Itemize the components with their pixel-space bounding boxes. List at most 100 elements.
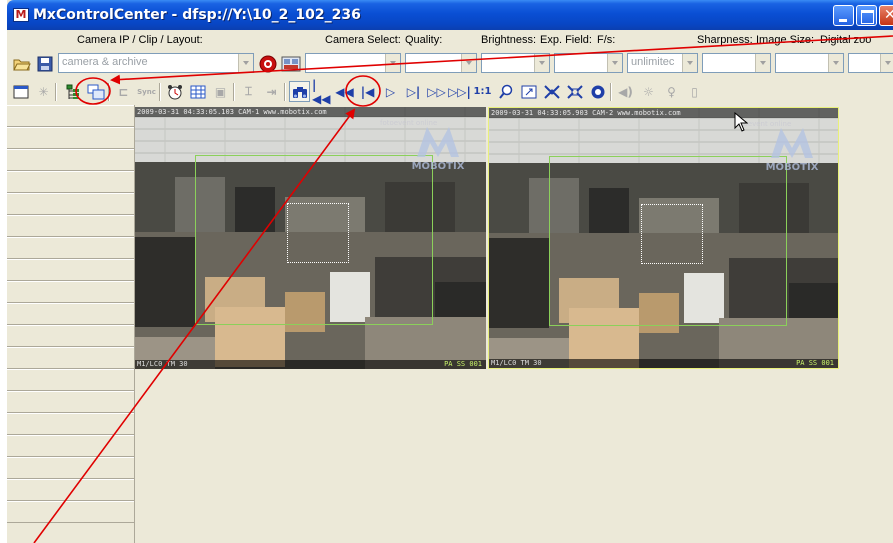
sharpness-label: Sharpness: <box>697 34 753 46</box>
list-item[interactable] <box>7 215 134 237</box>
layout-list[interactable] <box>7 105 135 543</box>
detection-roi <box>641 204 703 264</box>
list-item[interactable] <box>7 171 134 193</box>
chevron-down-icon[interactable] <box>755 54 770 72</box>
control-labels: Camera IP / Clip / Layout: Camera Select… <box>7 31 893 49</box>
fps-dropdown[interactable]: unlimitec <box>627 53 698 73</box>
list-item[interactable] <box>7 127 134 149</box>
settings-toolbar: camera & archive unlimitec <box>7 50 893 78</box>
chevron-down-icon[interactable] <box>385 54 400 72</box>
record-icon[interactable] <box>257 53 279 75</box>
snapshot-icon[interactable] <box>587 81 608 102</box>
camera-select-combo[interactable]: camera & archive <box>58 53 254 73</box>
mobotix-watermark: MOBOTIX <box>403 125 473 172</box>
zoom-icon[interactable] <box>495 81 516 102</box>
chevron-down-icon[interactable] <box>461 54 476 72</box>
brightness-dropdown[interactable] <box>481 53 550 73</box>
grid-icon[interactable] <box>187 81 208 102</box>
chevron-down-icon[interactable] <box>828 54 843 72</box>
minimize-button[interactable] <box>833 5 854 26</box>
application-window: M MxControlCenter - dfsp://Y:\10_2_102_2… <box>7 0 893 543</box>
camera-status-left: M1/LC0 TM 30 <box>491 359 542 367</box>
mobotix-logo-icon <box>771 128 813 158</box>
camera-select-dropdown[interactable] <box>305 53 401 73</box>
image-size-dropdown[interactable] <box>775 53 844 73</box>
step-forward-icon[interactable]: ▷| <box>403 81 424 102</box>
window-icon[interactable] <box>10 81 31 102</box>
zoom-fill-icon[interactable] <box>564 81 585 102</box>
brightness-label: Brightness: <box>481 34 537 46</box>
list-item[interactable] <box>7 303 134 325</box>
chevron-down-icon[interactable] <box>682 54 697 72</box>
sharpness-dropdown[interactable] <box>702 53 771 73</box>
list-item[interactable] <box>7 347 134 369</box>
save-disk-icon[interactable] <box>34 53 56 75</box>
quality-dropdown[interactable] <box>405 53 477 73</box>
maximize-button[interactable] <box>856 5 877 26</box>
split-icon: ⇥ <box>266 84 277 99</box>
list-item[interactable] <box>7 369 134 391</box>
exposure-field-dropdown[interactable] <box>554 53 623 73</box>
watermark-text: MOBOTIX <box>411 161 465 172</box>
digital-zoom-dropdown[interactable] <box>848 53 893 73</box>
camera-select-label: Camera Select: <box>325 34 401 46</box>
marker-icon: ⌶ <box>244 84 253 98</box>
title-bar[interactable]: M MxControlCenter - dfsp://Y:\10_2_102_2… <box>7 0 893 30</box>
mxcontrolcenter-logo-icon: M <box>13 8 29 22</box>
fps-value: unlimitec <box>631 56 675 68</box>
toolbar-separator <box>159 83 161 101</box>
detection-roi <box>287 203 349 263</box>
light-icon: ☼ <box>643 84 654 99</box>
play-icon[interactable]: ▷ <box>380 81 401 102</box>
camera-status-bar: M1/LC0 TM 30 PA SS 001 <box>135 360 486 369</box>
list-item[interactable] <box>7 281 134 303</box>
expand-icon[interactable] <box>518 81 539 102</box>
chevron-down-icon[interactable] <box>238 54 253 72</box>
chevron-down-icon[interactable] <box>880 54 893 72</box>
camera-view-2[interactable]: fotoevent online MOBOTIX 2009-03-31 04:3… <box>488 107 839 369</box>
camera-status-right: PA SS 001 <box>796 359 834 367</box>
list-item[interactable] <box>7 105 134 127</box>
fast-forward-icon[interactable]: ▷▷ <box>426 81 447 102</box>
camera-timestamp: 2009-03-31 04:33:05.103 CAM-1 www.moboti… <box>135 107 486 117</box>
binoculars-icon[interactable] <box>289 81 310 102</box>
toolbar-separator <box>233 83 235 101</box>
one-to-one-icon[interactable]: 1:1 <box>472 81 493 102</box>
list-item[interactable] <box>7 149 134 171</box>
list-item[interactable] <box>7 325 134 347</box>
sync-icon: Sync <box>137 87 156 96</box>
watermark-text: MOBOTIX <box>765 162 819 173</box>
zoom-fit-icon[interactable] <box>541 81 562 102</box>
skip-end-icon[interactable]: ▷▷| <box>448 81 471 102</box>
list-item[interactable] <box>7 413 134 435</box>
close-button[interactable] <box>879 5 893 26</box>
toolbar-separator <box>108 83 110 101</box>
chevron-down-icon[interactable] <box>607 54 622 72</box>
skip-start-icon[interactable]: |◀◀ <box>311 78 332 106</box>
camera-tree-icon[interactable] <box>62 81 83 102</box>
toolbar-separator <box>610 83 612 101</box>
list-item[interactable] <box>7 501 134 523</box>
list-item[interactable] <box>7 391 134 413</box>
list-item[interactable] <box>7 193 134 215</box>
toolbar-separator <box>284 83 286 101</box>
open-folder-icon[interactable] <box>11 53 33 75</box>
mobotix-watermark: MOBOTIX <box>757 126 827 173</box>
layout-icon[interactable] <box>280 53 302 75</box>
list-item[interactable] <box>7 237 134 259</box>
audio-icon: ◀) <box>618 84 633 99</box>
video-area: fotoevent online MOBOTIX 2009-03-31 04:3… <box>135 105 893 543</box>
list-item[interactable] <box>7 259 134 281</box>
camera-timestamp: 2009-03-31 04:33:05.903 CAM-2 www.moboti… <box>489 108 838 118</box>
list-item[interactable] <box>7 479 134 501</box>
door-icon: ▯ <box>691 84 698 99</box>
multi-window-icon[interactable] <box>85 81 106 102</box>
chevron-down-icon[interactable] <box>534 54 549 72</box>
step-back-icon[interactable]: |◀ <box>357 81 378 102</box>
window-title: MxControlCenter - dfsp://Y:\10_2_102_236 <box>33 7 361 23</box>
list-item[interactable] <box>7 457 134 479</box>
list-item[interactable] <box>7 435 134 457</box>
alarm-clock-icon[interactable] <box>164 81 185 102</box>
rewind-icon[interactable]: ◀◀ <box>334 81 355 102</box>
camera-view-1[interactable]: fotoevent online MOBOTIX 2009-03-31 04:3… <box>135 107 486 369</box>
